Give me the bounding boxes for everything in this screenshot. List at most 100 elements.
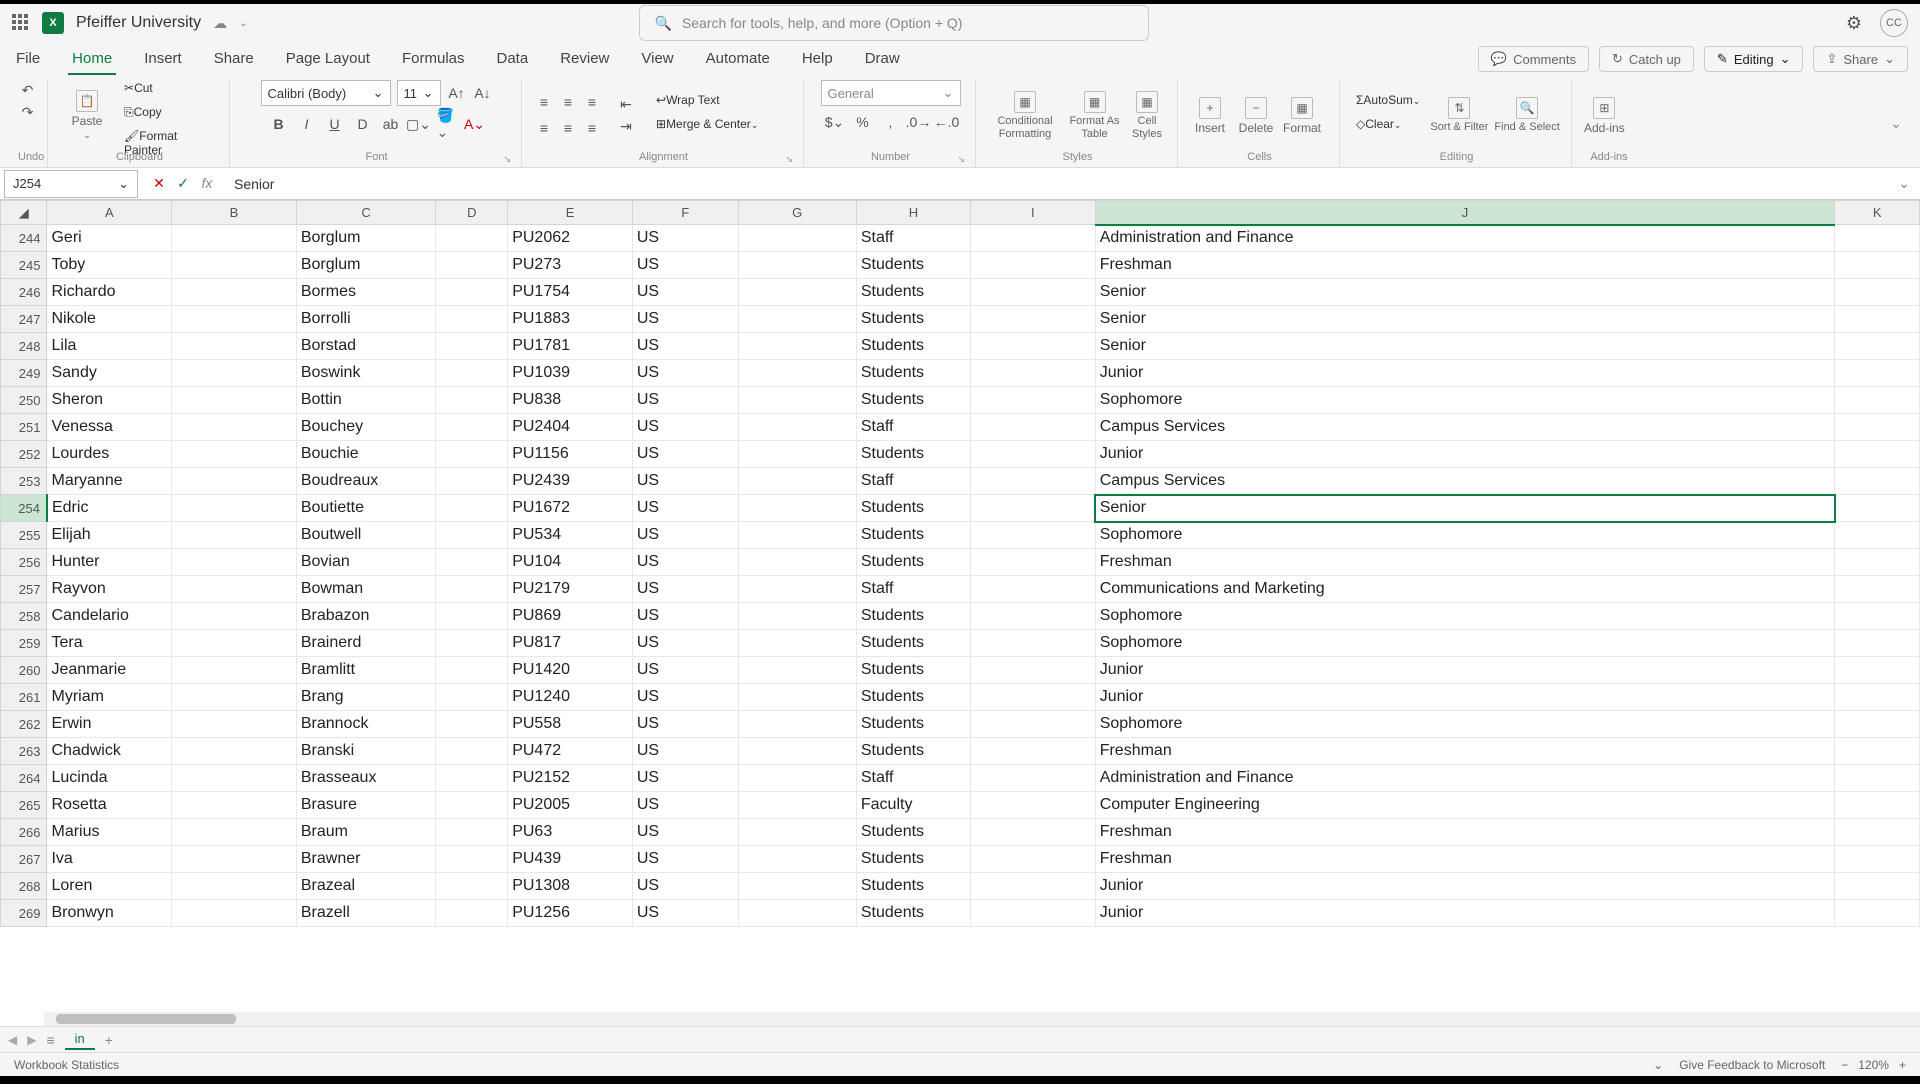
row-header[interactable]: 266 xyxy=(1,819,47,846)
cell-D249[interactable] xyxy=(436,360,508,387)
cell-D245[interactable] xyxy=(436,252,508,279)
cell-G258[interactable] xyxy=(738,603,856,630)
cell-B263[interactable] xyxy=(172,738,297,765)
cell-A264[interactable]: Lucinda xyxy=(47,765,172,792)
cell-D256[interactable] xyxy=(436,549,508,576)
cell-J266[interactable]: Freshman xyxy=(1095,819,1835,846)
cell-I263[interactable] xyxy=(971,738,1096,765)
cell-J254[interactable]: Senior xyxy=(1095,495,1835,522)
document-title[interactable]: Pfeiffer University xyxy=(76,14,201,32)
cell-H259[interactable]: Students xyxy=(856,630,970,657)
cell-I248[interactable] xyxy=(971,333,1096,360)
cell-J247[interactable]: Senior xyxy=(1095,306,1835,333)
cell-I268[interactable] xyxy=(971,873,1096,900)
cell-C256[interactable]: Bovian xyxy=(296,549,435,576)
search-input[interactable]: 🔍 Search for tools, help, and more (Opti… xyxy=(639,5,1149,41)
tab-next-icon[interactable]: ▶ xyxy=(27,1033,36,1047)
column-header-I[interactable]: I xyxy=(971,201,1096,225)
cell-B267[interactable] xyxy=(172,846,297,873)
cell-K262[interactable] xyxy=(1835,711,1920,738)
cell-A254[interactable]: Edric xyxy=(47,495,172,522)
cell-B246[interactable] xyxy=(172,279,297,306)
cell-B248[interactable] xyxy=(172,333,297,360)
cell-D252[interactable] xyxy=(436,441,508,468)
cut-button[interactable]: ✂Cut xyxy=(120,81,219,103)
undo-icon[interactable]: ↶ xyxy=(18,80,38,100)
cell-H262[interactable]: Students xyxy=(856,711,970,738)
row-header[interactable]: 255 xyxy=(1,522,47,549)
row-header[interactable]: 247 xyxy=(1,306,47,333)
cell-E257[interactable]: PU2179 xyxy=(508,576,633,603)
format-as-table-button[interactable]: ▦Format As Table xyxy=(1068,86,1121,146)
cell-J248[interactable]: Senior xyxy=(1095,333,1835,360)
comments-button[interactable]: 💬Comments xyxy=(1478,46,1589,72)
cell-C260[interactable]: Bramlitt xyxy=(296,657,435,684)
cell-C268[interactable]: Brazeal xyxy=(296,873,435,900)
cell-D246[interactable] xyxy=(436,279,508,306)
align-middle-icon[interactable]: ≡ xyxy=(558,92,578,112)
align-left-icon[interactable]: ≡ xyxy=(534,118,554,138)
column-header-C[interactable]: C xyxy=(296,201,435,225)
cell-F260[interactable]: US xyxy=(632,657,738,684)
cell-A253[interactable]: Maryanne xyxy=(47,468,172,495)
select-all-corner[interactable]: ◢ xyxy=(1,201,47,225)
format-cells-button[interactable]: ▦Format xyxy=(1282,86,1322,146)
menu-tab-insert[interactable]: Insert xyxy=(140,44,186,75)
fill-color-button[interactable]: 🪣⌄ xyxy=(437,114,457,134)
cell-A269[interactable]: Bronwyn xyxy=(47,900,172,927)
cell-I246[interactable] xyxy=(971,279,1096,306)
insert-cells-button[interactable]: +Insert xyxy=(1190,86,1230,146)
cell-H247[interactable]: Students xyxy=(856,306,970,333)
zoom-level[interactable]: 120% xyxy=(1858,1058,1889,1072)
cell-A246[interactable]: Richardo xyxy=(47,279,172,306)
dialog-launcher-icon[interactable]: ↘ xyxy=(785,154,793,165)
cell-B254[interactable] xyxy=(172,495,297,522)
cell-J251[interactable]: Campus Services xyxy=(1095,414,1835,441)
cell-H261[interactable]: Students xyxy=(856,684,970,711)
cell-F254[interactable]: US xyxy=(632,495,738,522)
cell-K253[interactable] xyxy=(1835,468,1920,495)
cell-K250[interactable] xyxy=(1835,387,1920,414)
cell-K252[interactable] xyxy=(1835,441,1920,468)
cell-A255[interactable]: Elijah xyxy=(47,522,172,549)
editing-mode-button[interactable]: ✎Editing⌄ xyxy=(1704,46,1804,72)
format-painter-button[interactable]: 🖌Format Painter xyxy=(120,129,219,151)
cell-G264[interactable] xyxy=(738,765,856,792)
cell-G247[interactable] xyxy=(738,306,856,333)
cell-D265[interactable] xyxy=(436,792,508,819)
cell-E260[interactable]: PU1420 xyxy=(508,657,633,684)
cell-G250[interactable] xyxy=(738,387,856,414)
cell-H252[interactable]: Students xyxy=(856,441,970,468)
name-box[interactable]: J254⌄ xyxy=(4,170,138,198)
cell-A259[interactable]: Tera xyxy=(47,630,172,657)
cell-I256[interactable] xyxy=(971,549,1096,576)
cell-J250[interactable]: Sophomore xyxy=(1095,387,1835,414)
cell-F253[interactable]: US xyxy=(632,468,738,495)
cell-C266[interactable]: Braum xyxy=(296,819,435,846)
increase-indent-icon[interactable]: ⇥ xyxy=(616,117,636,137)
cell-K268[interactable] xyxy=(1835,873,1920,900)
cell-A267[interactable]: Iva xyxy=(47,846,172,873)
dialog-launcher-icon[interactable]: ↘ xyxy=(503,154,511,165)
currency-icon[interactable]: $⌄ xyxy=(825,112,845,132)
decrease-decimal-icon[interactable]: ←.0 xyxy=(937,112,957,132)
cell-H265[interactable]: Faculty xyxy=(856,792,970,819)
percent-icon[interactable]: % xyxy=(853,112,873,132)
cell-G245[interactable] xyxy=(738,252,856,279)
cell-I266[interactable] xyxy=(971,819,1096,846)
menu-tab-help[interactable]: Help xyxy=(798,44,837,75)
cell-K267[interactable] xyxy=(1835,846,1920,873)
cell-A252[interactable]: Lourdes xyxy=(47,441,172,468)
cancel-formula-icon[interactable]: ✕ xyxy=(150,175,168,192)
cell-J267[interactable]: Freshman xyxy=(1095,846,1835,873)
cell-D257[interactable] xyxy=(436,576,508,603)
cell-K264[interactable] xyxy=(1835,765,1920,792)
cell-D263[interactable] xyxy=(436,738,508,765)
cell-I260[interactable] xyxy=(971,657,1096,684)
align-right-icon[interactable]: ≡ xyxy=(582,118,602,138)
cell-B260[interactable] xyxy=(172,657,297,684)
workbook-stats[interactable]: Workbook Statistics xyxy=(14,1058,119,1072)
cell-A261[interactable]: Myriam xyxy=(47,684,172,711)
settings-gear-icon[interactable]: ⚙ xyxy=(1846,13,1862,34)
cell-B258[interactable] xyxy=(172,603,297,630)
